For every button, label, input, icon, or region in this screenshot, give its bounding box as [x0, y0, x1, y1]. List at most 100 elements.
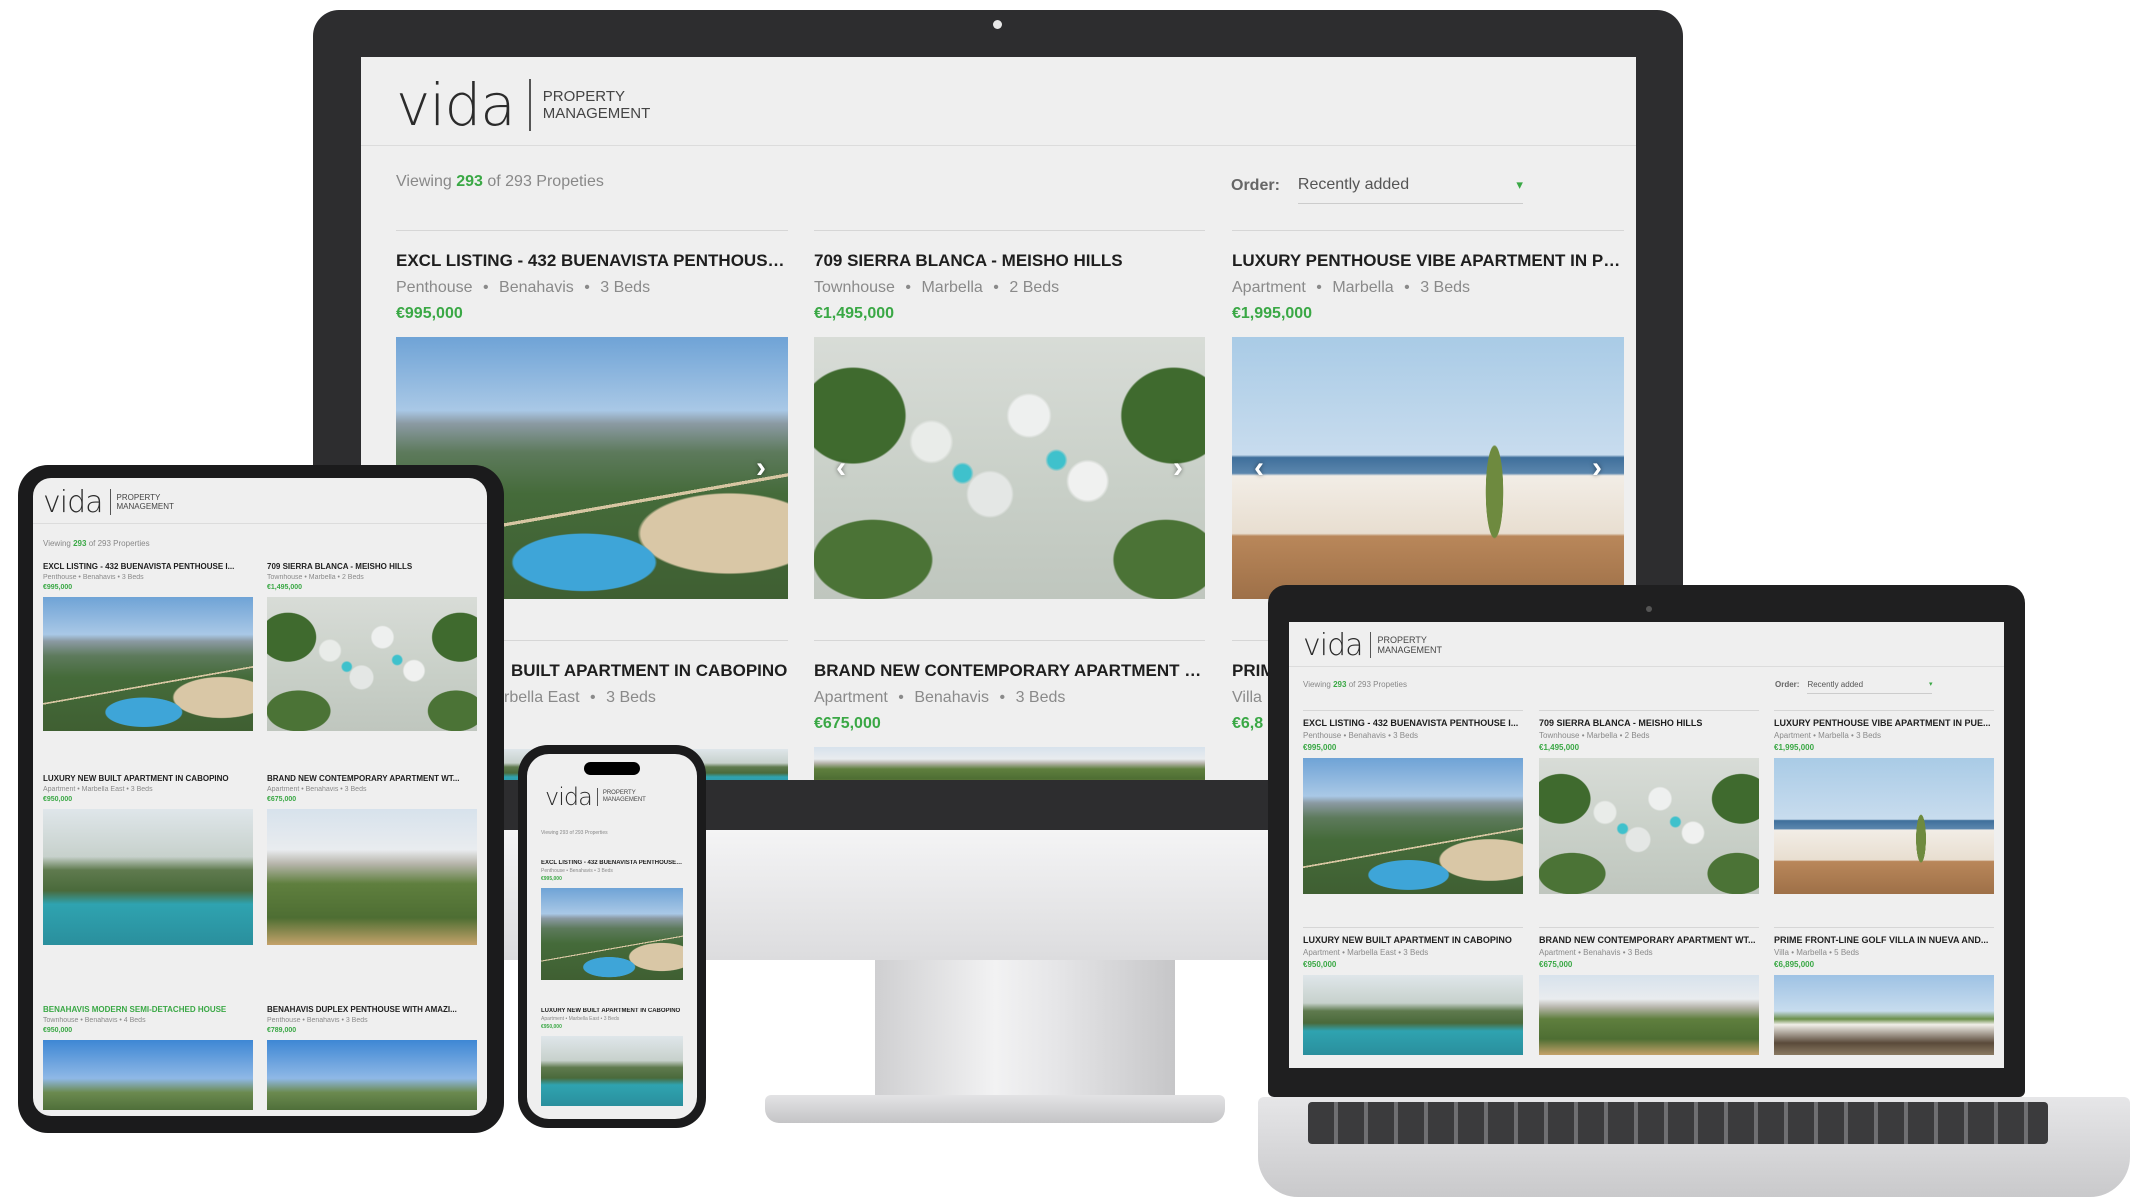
dot-separator-icon: • — [1404, 279, 1410, 296]
listing-title[interactable]: EXCL LISTING - 432 BUENAVISTA PENTHOUSE … — [1303, 718, 1523, 728]
listing-card[interactable]: PRIME FRONT-LINE GOLF VILLA IN NUEVA AND… — [1774, 927, 1994, 1055]
count-prefix: Viewing — [43, 539, 71, 548]
listing-price: €995,000 — [43, 584, 73, 591]
logo-subtitle: PROPERTY MANAGEMENT — [603, 790, 646, 804]
listing-photo[interactable] — [267, 1040, 477, 1110]
listing-type: Townhouse — [814, 279, 895, 296]
listing-card[interactable]: EXCL LISTING - 432 BUENAVISTA PENTHOUSE … — [541, 860, 683, 980]
logo-divider — [1369, 632, 1371, 658]
dot-separator-icon: • — [993, 279, 999, 296]
laptop-keyboard — [1308, 1102, 2048, 1144]
listing-title[interactable]: BRAND NEW CONTEMPORARY APARTMENT WT... — [814, 661, 1205, 681]
prev-arrow-icon[interactable]: ‹ — [1254, 451, 1264, 485]
count-number: 293 — [456, 173, 483, 190]
listing-title[interactable]: 709 SIERRA BLANCA - MEISHO HILLS — [267, 562, 477, 571]
dot-separator-icon: • — [590, 689, 596, 706]
dot-separator-icon: • — [584, 279, 590, 296]
order-dropdown[interactable]: Recently added ▾ — [1297, 167, 1523, 204]
listing-card[interactable]: BENAHAVIS DUPLEX PENTHOUSE WITH AMAZI...… — [267, 1005, 477, 1110]
listing-photo[interactable] — [541, 888, 683, 980]
listing-photo[interactable]: ‹ › — [814, 337, 1205, 599]
listing-photo[interactable] — [1539, 758, 1759, 894]
chevron-down-icon: ▾ — [1928, 681, 1933, 688]
count-suffix: of 293 Propeties — [487, 173, 604, 190]
listing-title[interactable]: BENAHAVIS MODERN SEMI-DETACHED HOUSE — [43, 1005, 253, 1014]
site-logo[interactable]: vida PROPERTY MANAGEMENT — [545, 783, 646, 811]
listing-title[interactable]: LUXURY NEW BUILT APARTMENT IN CABOPINO — [43, 774, 253, 783]
listing-card[interactable]: LUXURY NEW BUILT APARTMENT IN CABOPINO A… — [1303, 927, 1523, 1055]
listing-title[interactable]: EXCL LISTING - 432 BUENAVISTA PENTHOUSE … — [396, 251, 788, 271]
listing-photo[interactable] — [1774, 758, 1994, 894]
logo-wordmark: vida — [1303, 627, 1364, 663]
logo-sub-line2: MANAGEMENT — [542, 105, 651, 122]
listing-card[interactable]: 709 SIERRA BLANCA - MEISHO HILLS Townhou… — [814, 230, 1205, 599]
listing-photo[interactable] — [1303, 975, 1523, 1055]
listing-title-text: BUILT APARTMENT IN CABOPINO — [511, 661, 788, 680]
logo-sub-line1: PROPERTY — [602, 790, 636, 797]
logo-wordmark: vida — [545, 783, 593, 811]
listing-card[interactable]: 709 SIERRA BLANCA - MEISHO HILLS Townhou… — [1539, 710, 1759, 894]
listing-title[interactable]: EXCL LISTING - 432 BUENAVISTA PENTHOUSE … — [541, 860, 683, 866]
listing-card[interactable]: EXCL LISTING - 432 BUENAVISTA PENTHOUSE … — [1303, 710, 1523, 894]
listing-title[interactable]: LUXURY NEW BUILT APARTMENT IN CABOPINO — [1303, 935, 1523, 945]
listing-title[interactable]: LUXURY PENTHOUSE VIBE APARTMENT IN PUE..… — [1774, 718, 1994, 728]
listing-price: €995,000 — [1303, 743, 1337, 752]
listing-card[interactable]: BENAHAVIS MODERN SEMI-DETACHED HOUSE Tow… — [43, 1005, 253, 1110]
next-arrow-icon[interactable]: › — [1592, 451, 1602, 485]
listing-title[interactable]: EXCL LISTING - 432 BUENAVISTA PENTHOUSE … — [43, 562, 253, 571]
listing-meta: Apartment • Marbella • 3 Beds — [1232, 279, 1624, 297]
listing-title[interactable]: LUXURY PENTHOUSE VIBE APARTMENT IN PUE..… — [1232, 251, 1624, 271]
listing-card[interactable]: LUXURY PENTHOUSE VIBE APARTMENT IN PUE..… — [1774, 710, 1994, 894]
listing-photo[interactable] — [43, 809, 253, 945]
listing-photo[interactable] — [267, 597, 477, 731]
listing-photo[interactable]: ‹ › — [1232, 337, 1624, 599]
listing-title[interactable]: 709 SIERRA BLANCA - MEISHO HILLS — [814, 251, 1205, 271]
listing-area: Marbella — [921, 279, 983, 296]
logo-subtitle: PROPERTY MANAGEMENT — [117, 493, 174, 511]
listing-title[interactable]: BRAND NEW CONTEMPORARY APARTMENT WT... — [1539, 935, 1759, 945]
listing-title[interactable]: LUXURY NEW BUILT APARTMENT IN CABOPINO — [541, 1008, 683, 1014]
listing-photo[interactable] — [267, 809, 477, 945]
listing-title[interactable]: BRAND NEW CONTEMPORARY APARTMENT WT... — [267, 774, 477, 783]
site-logo[interactable]: vida PROPERTY MANAGEMENT — [1303, 627, 1442, 663]
imac-camera — [993, 20, 1002, 29]
logo-sub-line1: PROPERTY — [1377, 634, 1427, 645]
site-logo[interactable]: vida PROPERTY MANAGEMENT — [396, 69, 650, 141]
listing-photo[interactable] — [814, 747, 1205, 780]
next-arrow-icon[interactable]: › — [1173, 451, 1183, 485]
card-divider — [1303, 710, 1523, 711]
listing-photo[interactable] — [1539, 975, 1759, 1055]
listing-photo[interactable] — [43, 1040, 253, 1110]
listing-price: €995,000 — [396, 305, 463, 322]
listing-title[interactable]: 709 SIERRA BLANCA - MEISHO HILLS — [1539, 718, 1759, 728]
listing-type: Penthouse — [396, 279, 473, 296]
listing-card[interactable]: BRAND NEW CONTEMPORARY APARTMENT WT... A… — [814, 640, 1205, 780]
listing-title[interactable]: PRIME FRONT-LINE GOLF VILLA IN NUEVA AND… — [1774, 935, 1994, 945]
dot-separator-icon: • — [905, 279, 912, 296]
listing-price: €789,000 — [267, 1027, 297, 1034]
listing-card[interactable]: LUXURY NEW BUILT APARTMENT IN CABOPINO A… — [43, 774, 253, 945]
card-divider — [1539, 927, 1759, 928]
listing-price: €950,000 — [43, 796, 73, 803]
listing-card[interactable]: BRAND NEW CONTEMPORARY APARTMENT WT... A… — [267, 774, 477, 945]
listing-photo[interactable] — [541, 1036, 683, 1106]
results-count: Viewing 293 of 293 Properties — [541, 830, 608, 836]
logo-wordmark: vida — [396, 71, 516, 139]
listing-price: €950,000 — [1303, 960, 1337, 969]
site-logo[interactable]: vida PROPERTY MANAGEMENT — [43, 484, 174, 520]
listing-title[interactable]: BENAHAVIS DUPLEX PENTHOUSE WITH AMAZI... — [267, 1005, 477, 1014]
next-arrow-icon[interactable]: › — [756, 451, 766, 485]
listing-card[interactable]: LUXURY NEW BUILT APARTMENT IN CABOPINO A… — [541, 1008, 683, 1106]
listing-card[interactable]: LUXURY PENTHOUSE VIBE APARTMENT IN PUE..… — [1232, 230, 1624, 599]
listing-photo[interactable] — [1774, 975, 1994, 1055]
prev-arrow-icon[interactable]: ‹ — [836, 451, 846, 485]
listing-photo[interactable] — [43, 597, 253, 731]
order-dropdown[interactable]: Recently added ▾ — [1807, 675, 1933, 694]
listing-meta: Penthouse • Benahavis • 3 Beds — [267, 1017, 368, 1024]
listing-price: €1,495,000 — [267, 584, 303, 591]
listing-card[interactable]: EXCL LISTING - 432 BUENAVISTA PENTHOUSE … — [43, 562, 253, 731]
logo-sub-line1: PROPERTY — [116, 492, 161, 502]
listing-card[interactable]: 709 SIERRA BLANCA - MEISHO HILLS Townhou… — [267, 562, 477, 731]
listing-photo[interactable] — [1303, 758, 1523, 894]
listing-card[interactable]: BRAND NEW CONTEMPORARY APARTMENT WT... A… — [1539, 927, 1759, 1055]
